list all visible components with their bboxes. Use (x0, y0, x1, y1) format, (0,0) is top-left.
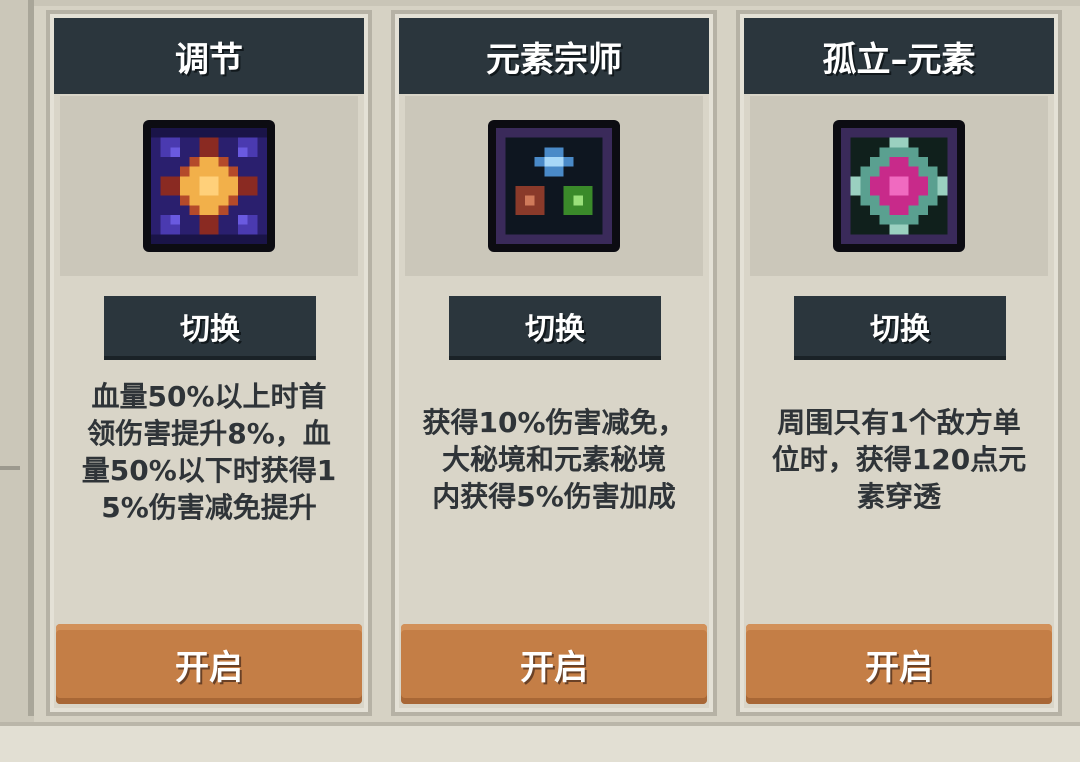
open-button[interactable]: 开启 (56, 624, 362, 704)
bottom-bar (0, 722, 1080, 762)
description-line: 领伤害提升8%，血 (87, 417, 331, 450)
top-edge (0, 0, 1080, 6)
regulation-icon (143, 120, 275, 252)
description-line: 周围只有1个敌方单 (777, 406, 1021, 439)
description-line: 量50%以下时获得1 (81, 454, 337, 487)
talent-card-isolation-element: 孤立–元素 切换 周围只有1个敌方单 位时，获得120点元 素穿透 开启 (736, 10, 1062, 716)
switch-button[interactable]: 切换 (104, 296, 316, 360)
open-button[interactable]: 开启 (746, 624, 1052, 704)
talent-description: 血量50%以上时首 领伤害提升8%，血 量50%以下时获得1 5%伤害减免提升 (60, 378, 358, 526)
description-line: 位时，获得120点元 (771, 443, 1027, 476)
description-line: 素穿透 (856, 480, 941, 513)
card-title: 孤立–元素 (744, 18, 1054, 94)
talent-description: 周围只有1个敌方单 位时，获得120点元 素穿透 (750, 404, 1048, 515)
talent-card-element-master: 元素宗师 切换 获得10%伤害减免， 大秘境和元素秘境 内获得5%伤害加成 开启 (391, 10, 717, 716)
description-line: 5%伤害减免提升 (101, 491, 317, 524)
card-title: 元素宗师 (399, 18, 709, 94)
switch-button[interactable]: 切换 (794, 296, 1006, 360)
icon-area (60, 96, 358, 276)
card-title: 调节 (54, 18, 364, 94)
description-line: 内获得5%伤害加成 (432, 480, 676, 513)
switch-button[interactable]: 切换 (449, 296, 661, 360)
isolation-element-icon (833, 120, 965, 252)
left-panel-edge (0, 0, 34, 758)
icon-area (405, 96, 703, 276)
description-line: 获得10%伤害减免， (422, 406, 686, 439)
description-line: 血量50%以上时首 (91, 380, 327, 413)
description-line: 大秘境和元素秘境 (441, 443, 666, 476)
talent-card-regulation: 调节 切换 血量50%以上时首 领伤害提升8%，血 量50%以下时获得1 5%伤… (46, 10, 372, 716)
icon-area (750, 96, 1048, 276)
open-button[interactable]: 开启 (401, 624, 707, 704)
element-master-icon (488, 120, 620, 252)
talent-description: 获得10%伤害减免， 大秘境和元素秘境 内获得5%伤害加成 (405, 404, 703, 515)
